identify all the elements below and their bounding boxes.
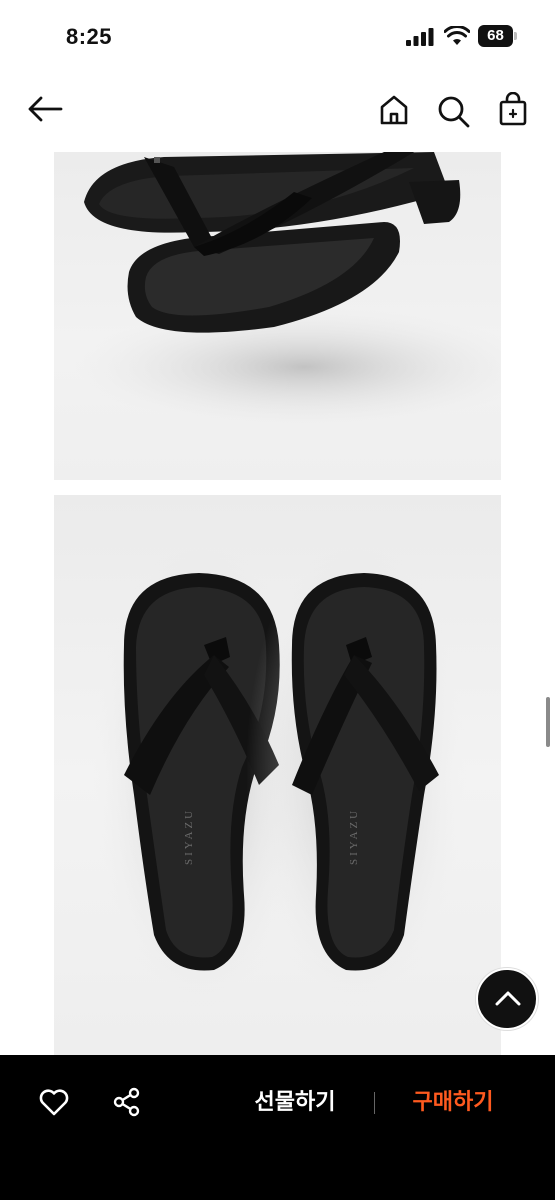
chevron-up-icon <box>495 991 521 1006</box>
search-icon[interactable] <box>436 94 470 128</box>
heart-icon[interactable] <box>38 1087 70 1117</box>
action-divider <box>374 1092 375 1114</box>
bottom-action-bar: 선물하기 구매하기 <box>0 1055 555 1200</box>
brand-imprint-right: SIYAZU <box>348 808 360 865</box>
status-time: 8:25 <box>66 24 113 49</box>
shopping-bag-icon[interactable] <box>496 92 530 126</box>
home-icon[interactable] <box>378 94 410 126</box>
battery-level: 68 <box>478 25 513 47</box>
scroll-to-top-button[interactable] <box>476 968 538 1030</box>
brand-imprint-left: SIYAZU <box>183 808 195 865</box>
share-icon[interactable] <box>112 1087 142 1117</box>
wifi-icon <box>444 26 470 45</box>
top-navigation <box>0 80 555 140</box>
status-bar: 8:25 68 <box>0 0 555 72</box>
scrollbar[interactable] <box>546 697 550 747</box>
back-arrow-icon[interactable] <box>26 94 64 124</box>
cellular-signal-icon <box>406 28 434 46</box>
battery-tip <box>514 32 517 40</box>
buy-button[interactable]: 구매하기 <box>394 1083 512 1123</box>
product-photo-top-view[interactable]: SIYAZU SIYAZU <box>54 495 501 1055</box>
product-photo-side-view[interactable] <box>54 152 501 480</box>
gift-button[interactable]: 선물하기 <box>236 1083 354 1123</box>
battery-indicator: 68 <box>478 25 518 47</box>
